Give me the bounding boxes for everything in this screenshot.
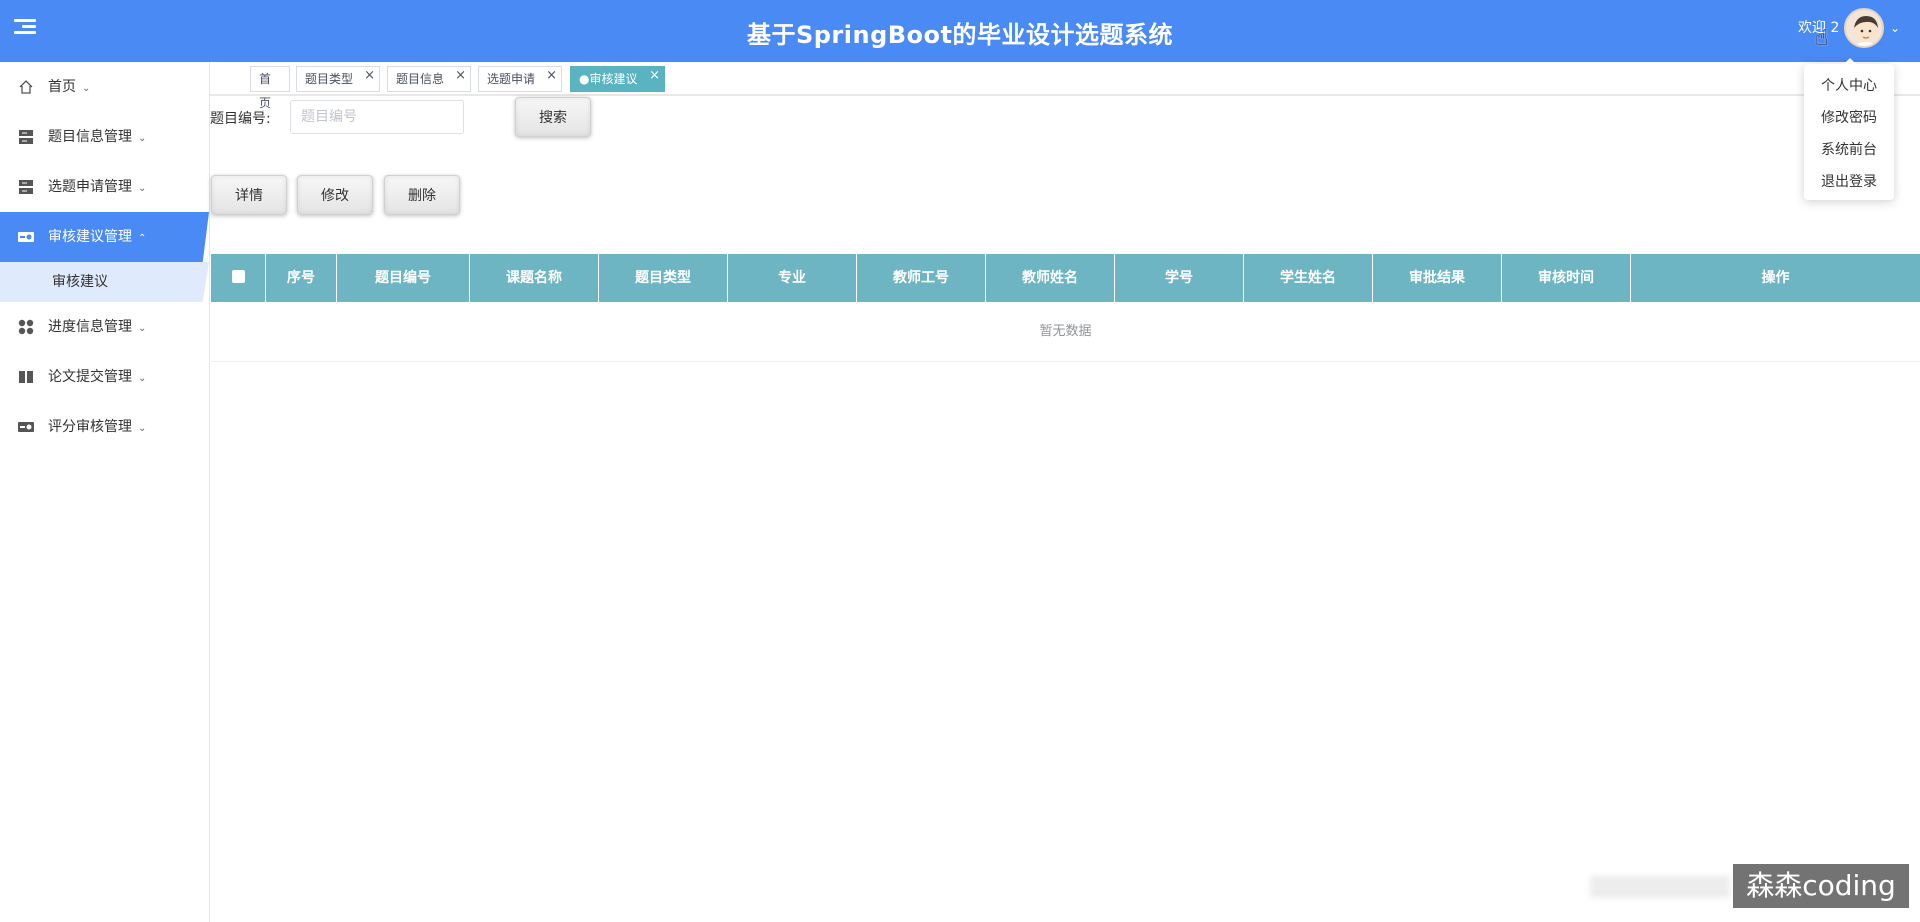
sidebar-item-topic-info[interactable]: 题目信息管理 ⌄: [0, 112, 209, 162]
sidebar: 首页 ⌄ 题目信息管理 ⌄ 选题申请管理 ⌄ 审核建议管理 ⌃ 审核建议 进度信息管理 ⌄…: [0, 62, 210, 922]
sidebar-item-label: 审核建议管理: [48, 229, 132, 245]
chevron-down-icon: ⌄: [138, 183, 147, 194]
chevron-down-icon: ⌄: [138, 423, 147, 434]
sidebar-item-home[interactable]: 首页 ⌄: [0, 62, 209, 112]
edit-button[interactable]: 修改: [297, 175, 373, 215]
close-icon[interactable]: ×: [364, 64, 375, 88]
tabs-bar: 首页 题目类型 × 题目信息 × 选题申请 × ●审核建议 ×: [210, 62, 1920, 110]
watermark-blur: [1590, 876, 1730, 898]
server-icon: [19, 180, 33, 194]
sidebar-subitem-review-advice[interactable]: 审核建议: [0, 262, 209, 302]
tab-home[interactable]: 首页: [250, 66, 290, 110]
column-header: 审批结果: [1373, 254, 1502, 302]
tab-review-advice[interactable]: ●审核建议 ×: [570, 66, 665, 92]
sidebar-item-label: 论文提交管理: [48, 369, 132, 385]
select-all-checkbox[interactable]: [231, 269, 245, 283]
toggle-icon: [18, 232, 34, 242]
tab-topic-apply[interactable]: 选题申请 ×: [478, 66, 562, 92]
column-header: 课题名称: [470, 254, 599, 302]
close-icon[interactable]: ×: [649, 64, 660, 88]
sidebar-item-label: 评分审核管理: [48, 419, 132, 435]
sidebar-item-label: 题目信息管理: [48, 129, 132, 145]
table-header: 序号 题目编号 课题名称 题目类型 专业 教师工号 教师姓名 学号 学生姓名 审…: [211, 254, 1920, 302]
avatar[interactable]: [1844, 8, 1884, 48]
column-header: 操作: [1761, 270, 1790, 286]
close-icon[interactable]: ×: [455, 64, 466, 88]
topic-number-input[interactable]: [290, 100, 464, 134]
chevron-down-icon: ⌄: [138, 133, 147, 144]
chevron-up-icon: ⌃: [138, 233, 147, 244]
toggle-icon: [18, 422, 34, 432]
sidebar-item-topic-apply[interactable]: 选题申请管理 ⌄: [0, 162, 209, 212]
tab-topic-info[interactable]: 题目信息 ×: [387, 66, 471, 92]
column-header: 审核时间: [1502, 254, 1631, 302]
top-header: 基于SpringBoot的毕业设计选题系统 欢迎 2 ⌄ ☝: [0, 0, 1920, 62]
tab-label: ●审核建议: [579, 72, 638, 86]
column-header: 题目类型: [599, 254, 728, 302]
grid-icon: [18, 319, 34, 335]
detail-button[interactable]: 详情: [211, 175, 287, 215]
sidebar-item-review-advice[interactable]: 审核建议管理 ⌃: [0, 212, 209, 262]
close-icon[interactable]: ×: [546, 64, 557, 88]
chevron-down-icon[interactable]: ⌄: [1890, 21, 1900, 35]
column-header: 学生姓名: [1244, 254, 1373, 302]
home-icon: [19, 80, 33, 94]
sidebar-item-label: 选题申请管理: [48, 179, 132, 195]
menu-item-change-password[interactable]: 修改密码: [1804, 102, 1894, 134]
sidebar-item-thesis-submit[interactable]: 论文提交管理 ⌄: [0, 352, 209, 402]
tab-label: 题目类型: [305, 72, 354, 86]
column-header: 专业: [728, 254, 857, 302]
tab-label: 选题申请: [487, 72, 536, 86]
delete-button[interactable]: 删除: [384, 175, 460, 215]
sidebar-item-label: 进度信息管理: [48, 319, 132, 335]
tab-label: 题目信息: [396, 72, 445, 86]
chevron-down-icon: ⌄: [138, 323, 147, 334]
sidebar-item-progress[interactable]: 进度信息管理 ⌄: [0, 302, 209, 352]
empty-table-text: 暂无数据: [211, 302, 1920, 362]
sidebar-item-score-review[interactable]: 评分审核管理 ⌄: [0, 402, 209, 452]
menu-item-profile[interactable]: 个人中心: [1804, 70, 1894, 102]
app-title: 基于SpringBoot的毕业设计选题系统: [746, 21, 1174, 49]
column-header: 序号: [266, 254, 337, 302]
tab-topic-type[interactable]: 题目类型 ×: [296, 66, 380, 92]
server-icon: [19, 130, 33, 144]
select-all-cell: [211, 254, 266, 302]
chevron-down-icon: ⌄: [138, 373, 147, 384]
search-button[interactable]: 搜索: [515, 97, 591, 137]
watermark: 森森coding: [1733, 864, 1909, 908]
column-header: 题目编号: [337, 254, 470, 302]
column-header: 教师工号: [857, 254, 986, 302]
menu-item-logout[interactable]: 退出登录: [1804, 166, 1894, 198]
book-icon: [19, 371, 33, 383]
menu-item-front-site[interactable]: 系统前台: [1804, 134, 1894, 166]
column-header: 学号: [1115, 254, 1244, 302]
user-dropdown-menu: 个人中心 修改密码 系统前台 退出登录: [1804, 58, 1894, 200]
column-header: 教师姓名: [986, 254, 1115, 302]
sidebar-item-label: 首页: [48, 79, 76, 95]
tab-label: 首页: [259, 72, 272, 110]
search-label: 题目编号:: [210, 111, 271, 127]
data-table: 序号 题目编号 课题名称 题目类型 专业 教师工号 教师姓名 学号 学生姓名 审…: [211, 254, 1920, 362]
chevron-down-icon: ⌄: [82, 83, 91, 94]
hand-cursor-icon: ☝: [1815, 26, 1829, 51]
